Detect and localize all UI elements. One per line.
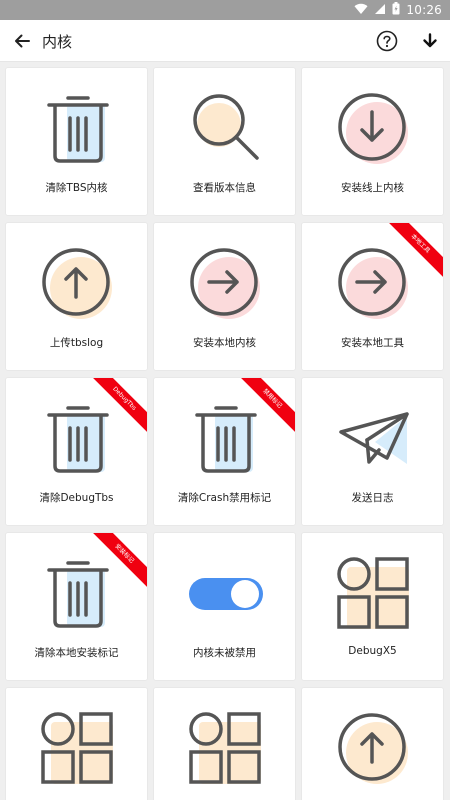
status-time: 10:26 — [406, 3, 442, 17]
tile-clear-tbs[interactable]: 清除TBS内核 — [5, 67, 148, 216]
arrow-up-circle-icon — [42, 248, 112, 319]
tile-label: 上传tbslog — [49, 337, 104, 349]
trash-icon — [47, 406, 109, 473]
tile-label: 清除本地安装标记 — [34, 647, 119, 659]
tile-label: 查看版本信息 — [193, 182, 256, 194]
download-button[interactable] — [418, 29, 442, 53]
trash-icon — [47, 561, 109, 628]
tile-upload-tbslog[interactable]: 上传tbslog — [5, 222, 148, 371]
grid-apps-icon — [41, 712, 113, 784]
tile-label: 发送日志 — [351, 492, 394, 504]
status-bar: 10:26 — [0, 0, 450, 20]
tile-install-online-kernel[interactable]: 安装线上内核 — [301, 67, 444, 216]
page-title: 内核 — [42, 33, 73, 51]
help-icon — [376, 30, 398, 52]
paper-plane-icon — [339, 412, 409, 464]
tile-install-local-kernel[interactable]: 安装本地内核 — [153, 222, 296, 371]
tile-apps-2[interactable] — [153, 687, 296, 800]
signal-icon — [374, 3, 386, 18]
app-bar: 内核 — [0, 20, 450, 62]
tile-clear-install-flag[interactable]: 清除本地安装标记 安装标记 — [5, 532, 148, 681]
trash-icon — [47, 96, 109, 163]
tile-install-local-tools[interactable]: 安装本地工具 本地工具 — [301, 222, 444, 371]
tile-clear-debugtbs[interactable]: 清除DebugTbs DebugTbs — [5, 377, 148, 526]
grid-apps-icon — [189, 712, 261, 784]
arrow-right-circle-icon — [190, 248, 260, 319]
toggle-on-icon[interactable] — [189, 557, 263, 631]
tile-kernel-not-disabled[interactable]: 内核未被禁用 — [153, 532, 296, 681]
tile-debugx5[interactable]: DebugX5 — [301, 532, 444, 681]
tile-label: 安装本地工具 — [341, 337, 404, 349]
trash-icon — [195, 406, 257, 473]
tile-label: 清除Crash禁用标记 — [177, 492, 272, 504]
wifi-icon — [354, 3, 368, 18]
tile-label: DebugX5 — [348, 645, 397, 657]
tile-upload-2[interactable] — [301, 687, 444, 800]
grid-apps-icon — [337, 557, 409, 629]
status-icons: 10:26 — [354, 2, 442, 18]
tile-label: 清除TBS内核 — [45, 182, 108, 194]
tile-apps-1[interactable] — [5, 687, 148, 800]
help-button[interactable] — [374, 28, 400, 54]
tile-clear-crash-flag[interactable]: 清除Crash禁用标记 禁用标记 — [153, 377, 296, 526]
arrow-right-circle-icon — [338, 248, 408, 319]
tile-send-log[interactable]: 发送日志 — [301, 377, 444, 526]
back-arrow-icon — [15, 34, 30, 48]
tile-label: 清除DebugTbs — [39, 492, 114, 504]
battery-icon — [392, 2, 400, 18]
download-icon — [423, 33, 437, 48]
tile-label: 安装线上内核 — [341, 182, 404, 194]
tool-grid: 清除TBS内核 查看版本信息 安装线上内核 上传tbslog 安装本地内核 安装… — [0, 62, 450, 800]
magnifier-icon — [193, 94, 259, 160]
arrow-down-circle-icon — [338, 93, 408, 164]
tile-version-info[interactable]: 查看版本信息 — [153, 67, 296, 216]
arrow-up-circle-icon — [338, 713, 408, 784]
tile-label: 内核未被禁用 — [193, 647, 256, 659]
back-button[interactable] — [10, 29, 34, 53]
tile-label: 安装本地内核 — [193, 337, 256, 349]
